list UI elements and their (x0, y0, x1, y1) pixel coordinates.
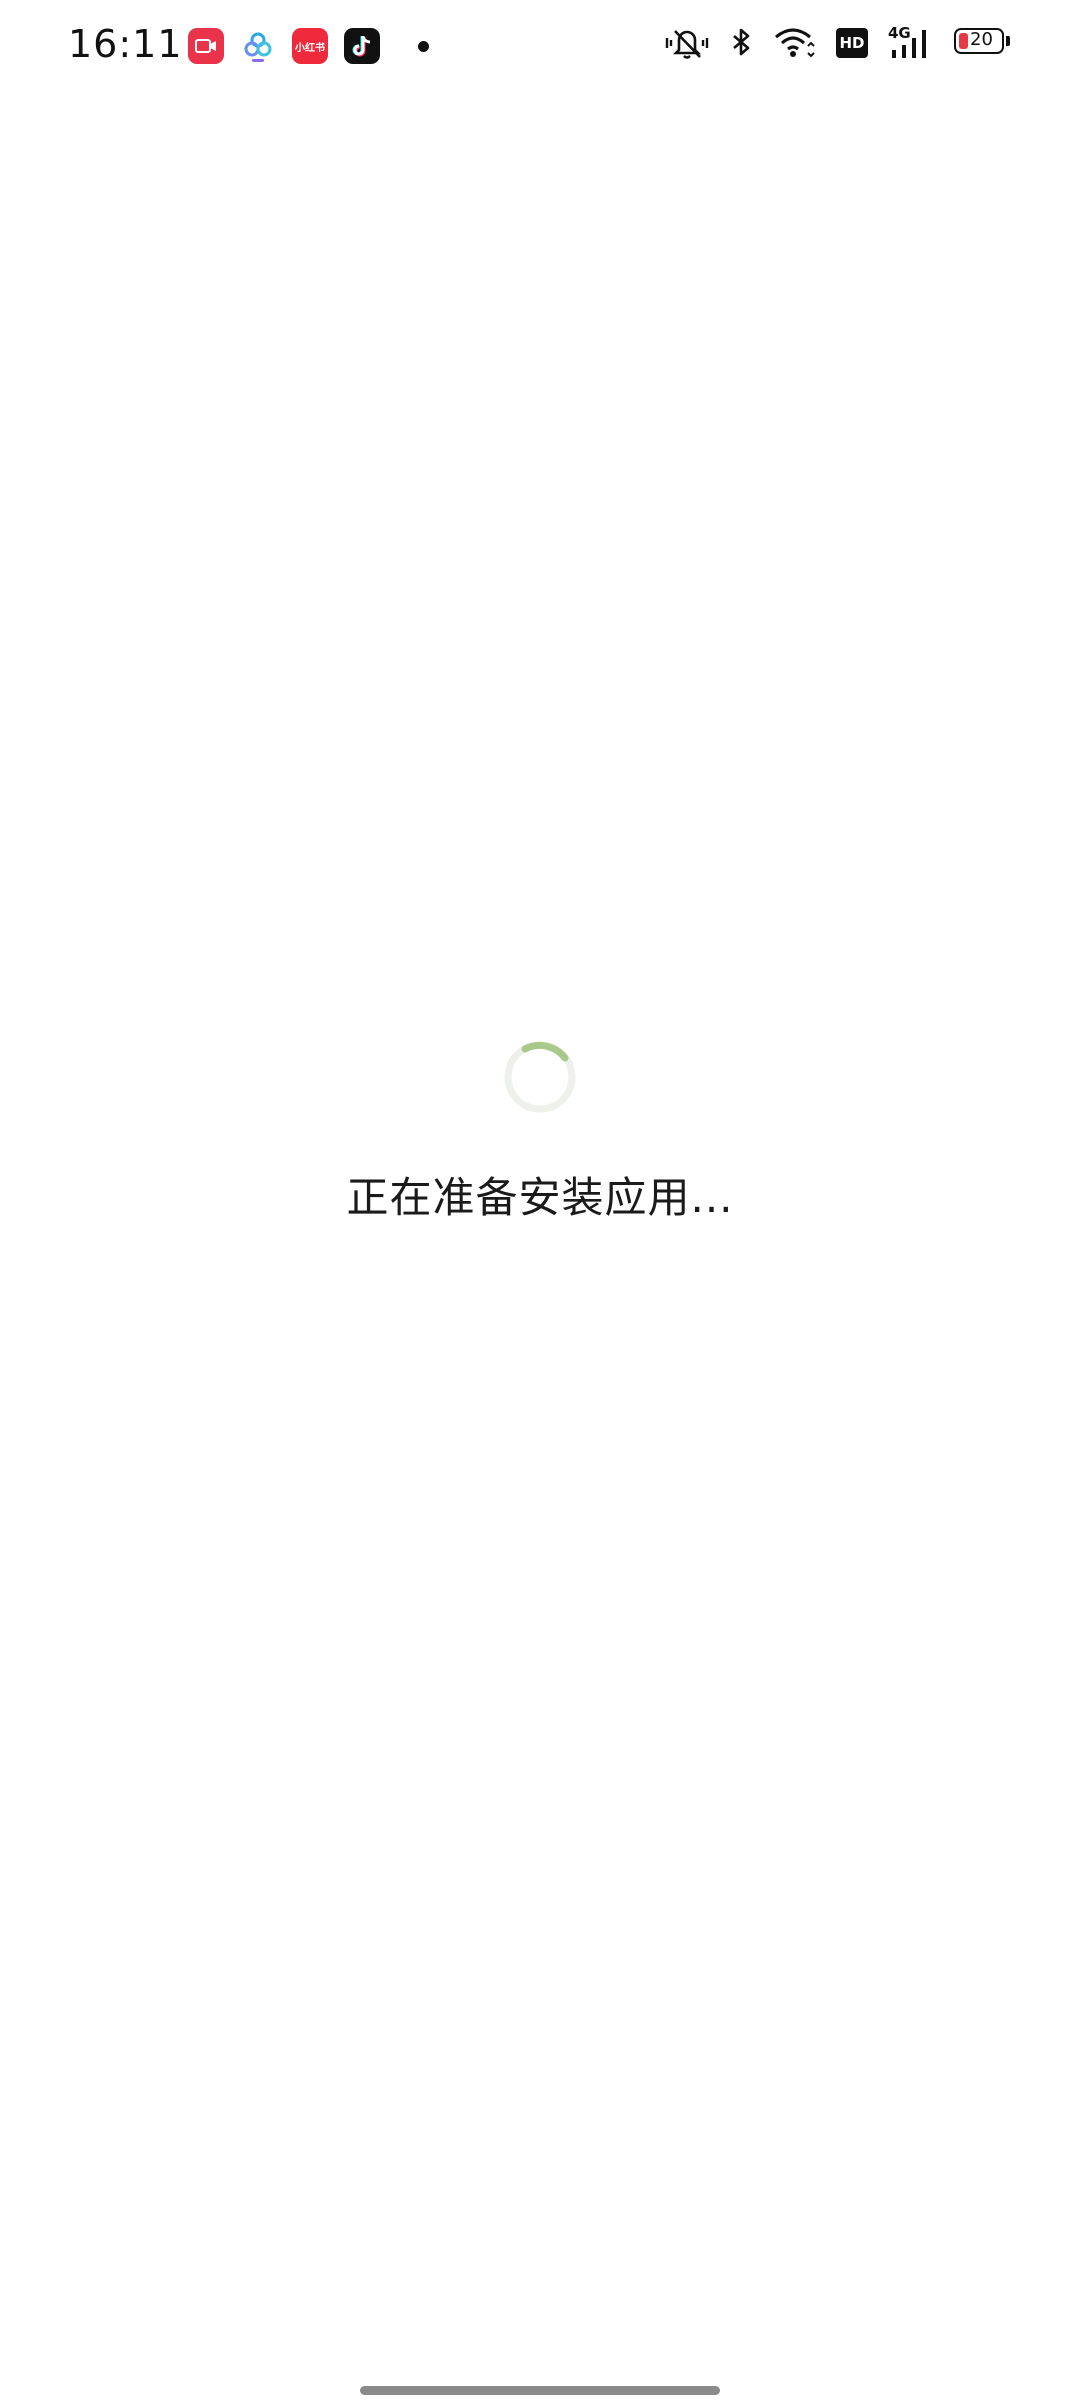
silent-mode-icon (665, 30, 709, 59)
xiaohongshu-icon: 小红书 (292, 28, 328, 64)
loading-container: 正在准备安装应用... (0, 1040, 1080, 1225)
battery-icon: 20 (954, 28, 1012, 58)
signal-icon: 4G (888, 24, 934, 60)
douyin-icon (344, 28, 380, 64)
screen: 16:11 小红书 HD 4G 20 正在准备安装应用... (0, 0, 1080, 2400)
status-time: 16:11 (68, 22, 183, 66)
more-notifications-dot (418, 40, 429, 52)
battery-level-text: 20 (970, 29, 993, 50)
system-icons: HD 4G 20 (664, 24, 1012, 60)
screen-recorder-icon (188, 28, 224, 64)
hd-label: HD (839, 34, 865, 52)
notification-icons: 小红书 (188, 28, 429, 64)
xiaohongshu-label: 小红书 (295, 42, 325, 54)
status-bar: 16:11 小红书 HD 4G 20 (0, 0, 1080, 96)
bluetooth-icon (733, 28, 750, 56)
baidu-netdisk-icon (240, 28, 276, 64)
gesture-navigation-bar[interactable] (360, 2386, 720, 2395)
hd-icon: HD (836, 28, 868, 58)
loading-message: 正在准备安装应用... (346, 1173, 734, 1222)
loading-spinner-icon (504, 1041, 576, 1113)
wifi-icon (774, 28, 815, 58)
